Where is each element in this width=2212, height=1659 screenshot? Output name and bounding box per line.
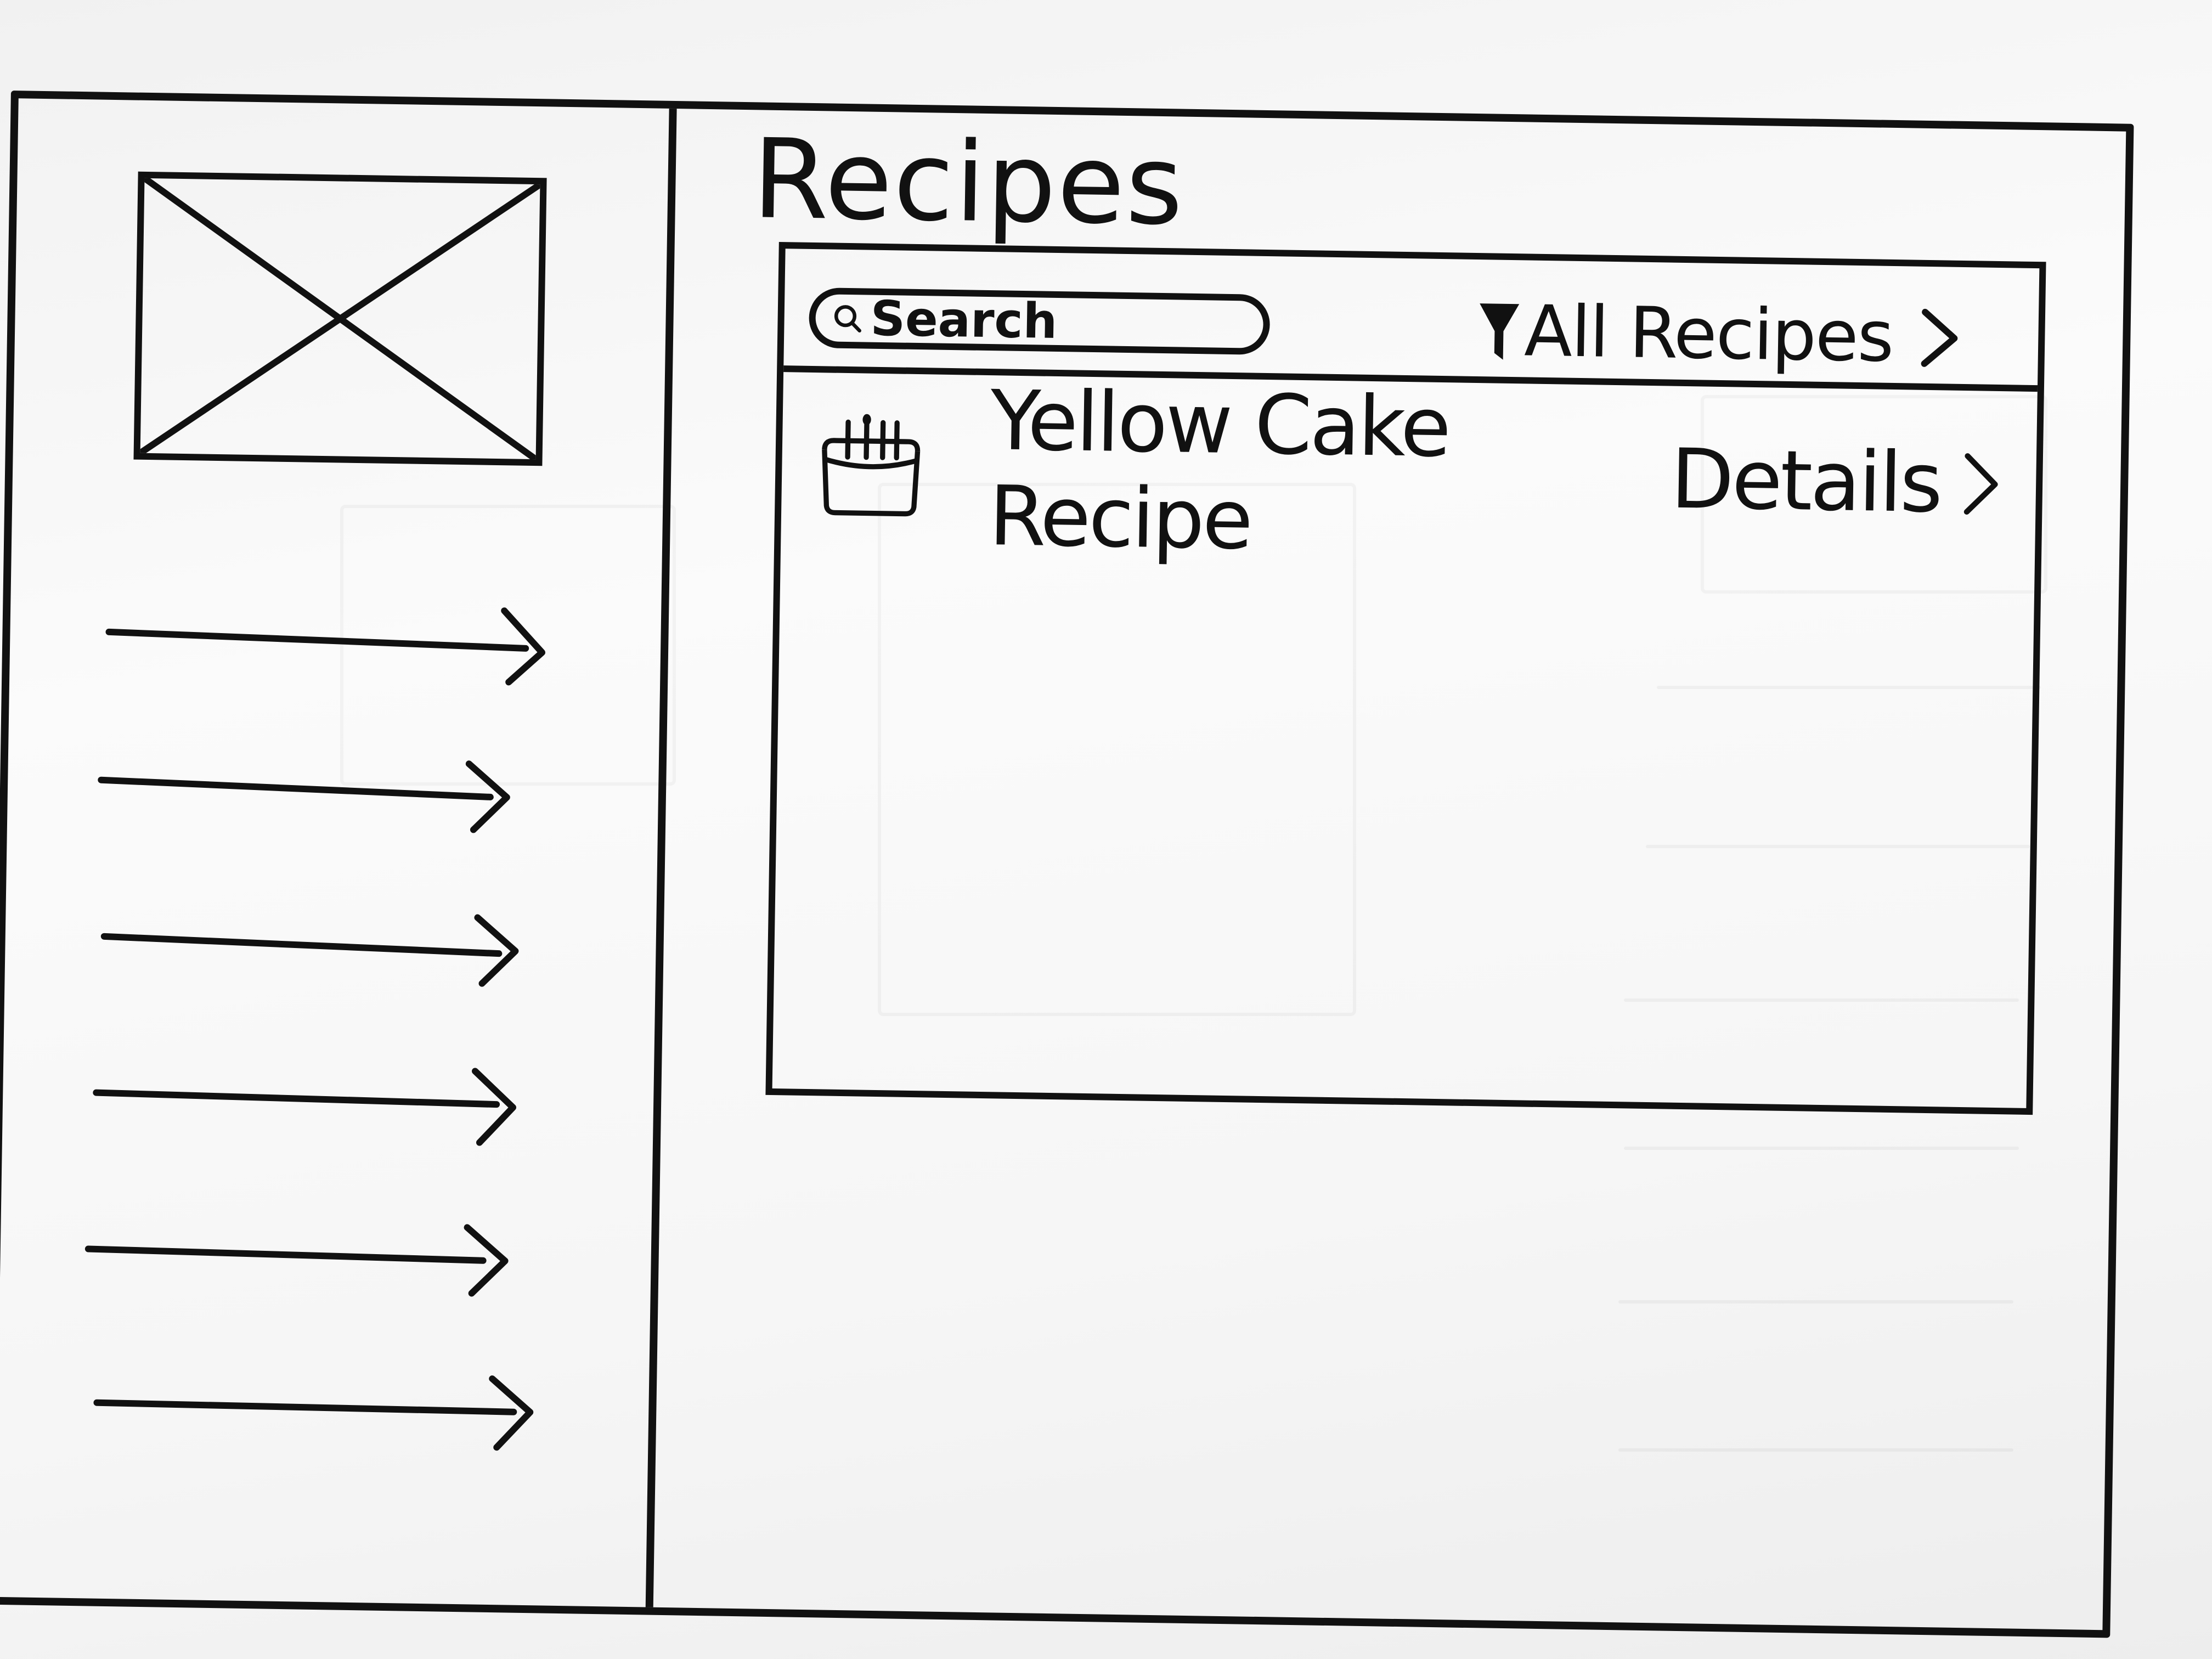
recipe-name: Yellow Cake Recipe xyxy=(988,373,1450,568)
chevron-right-icon xyxy=(1920,307,1959,368)
recipes-toolbar: Search All Recipes xyxy=(783,249,2040,392)
chevron-right-icon xyxy=(84,1224,509,1297)
filter-label: All Recipes xyxy=(1523,290,1894,378)
search-icon xyxy=(832,303,863,334)
sidebar xyxy=(0,98,677,1607)
chevron-right-icon xyxy=(100,914,519,987)
sidebar-item-1[interactable] xyxy=(86,593,559,688)
sidebar-item-6[interactable] xyxy=(74,1361,547,1456)
cake-icon xyxy=(814,403,928,531)
chevron-right-icon xyxy=(1962,445,2000,523)
search-input[interactable]: Search xyxy=(808,287,1271,356)
main-content: Recipes Search All Recipes Yellow Cake R… xyxy=(653,109,2126,1630)
filter-dropdown[interactable]: All Recipes xyxy=(1476,290,1959,379)
logo-image-placeholder xyxy=(133,171,547,466)
chevron-right-icon xyxy=(93,1068,516,1146)
chevron-right-icon xyxy=(93,1375,534,1451)
sidebar-item-4[interactable] xyxy=(79,1054,552,1149)
sidebar-item-5[interactable] xyxy=(77,1207,550,1302)
chevron-right-icon xyxy=(98,760,510,833)
sidebar-item-3[interactable] xyxy=(81,900,554,995)
search-placeholder: Search xyxy=(870,290,1058,350)
recipes-panel: Search All Recipes Yellow Cake Recipe De… xyxy=(765,242,2046,1115)
filter-icon xyxy=(1477,298,1522,364)
image-placeholder-icon xyxy=(140,178,540,459)
app-window: Recipes Search All Recipes Yellow Cake R… xyxy=(0,91,2134,1638)
recipe-details-link[interactable]: Details xyxy=(1670,432,1942,532)
sidebar-item-2[interactable] xyxy=(84,747,557,842)
recipe-list-item[interactable]: Yellow Cake Recipe Details xyxy=(814,373,2001,568)
chevron-right-icon xyxy=(105,607,546,686)
page-title: Recipes xyxy=(751,115,1186,250)
